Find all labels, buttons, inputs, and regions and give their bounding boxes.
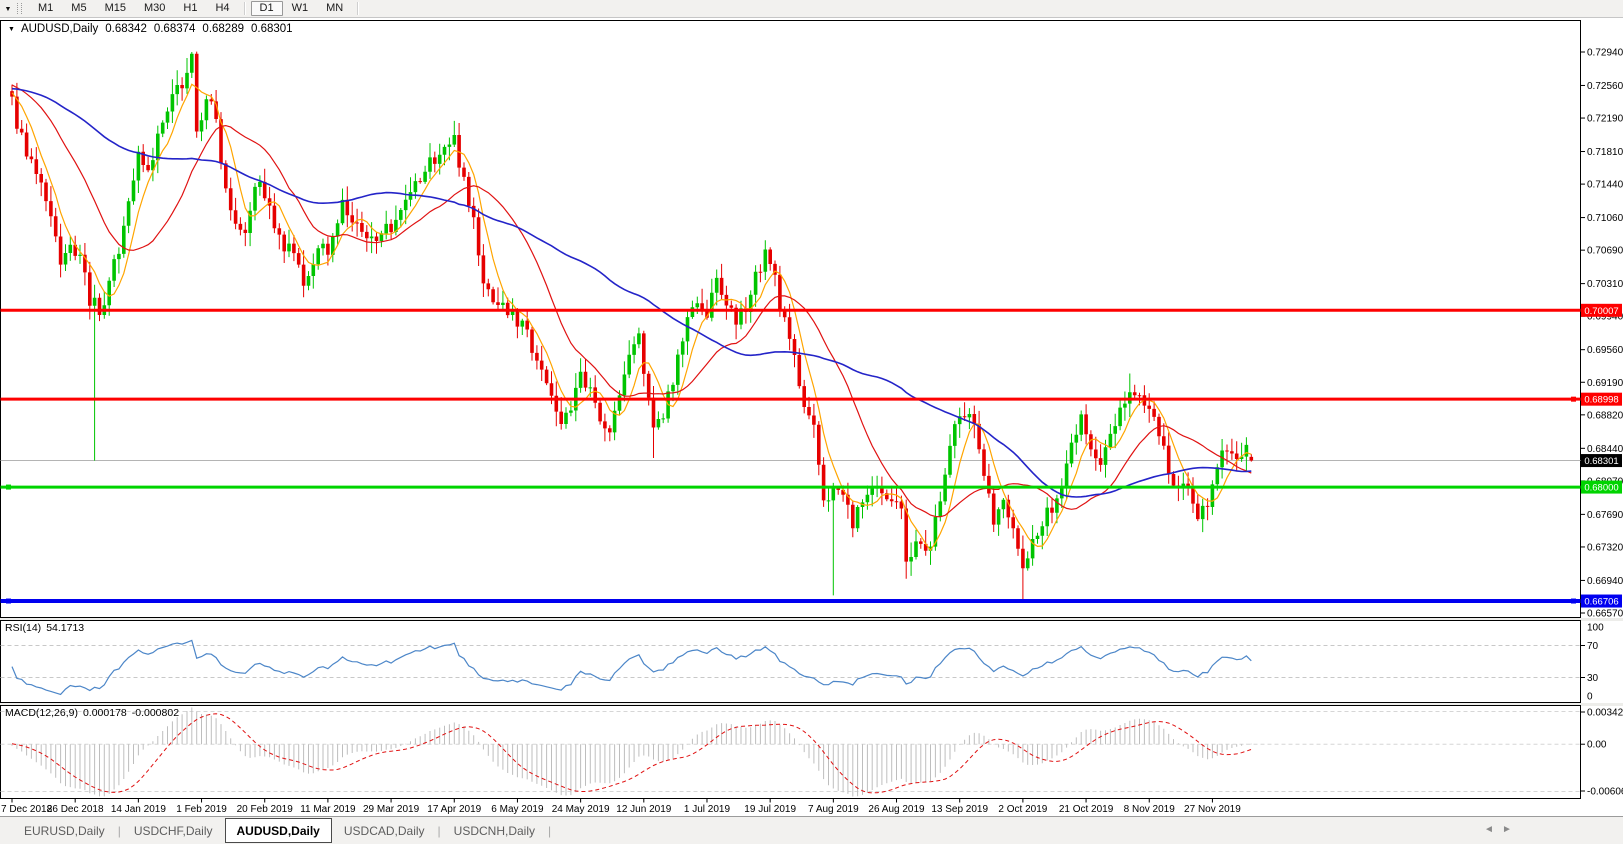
price-tick-label: 0.71440 — [1587, 180, 1623, 191]
support-line-blue-price-flag-text: 0.66706 — [1584, 597, 1618, 608]
ohlc-close-value: 0.68301 — [251, 23, 293, 35]
date-tick-label: 13 Sep 2019 — [931, 804, 988, 815]
support-line-blue-handle — [6, 599, 11, 604]
rsi-name: RSI(14) — [5, 622, 41, 634]
price-axis[interactable]: 0.72940 0.72560 0.72190 0.71810 0.71440 0.710… — [1581, 48, 1623, 798]
toolbar: ▼ M1M5M15M30H1H4 D1W1MN — [0, 0, 1623, 18]
toolbar-separator — [357, 2, 359, 15]
macd-main-value: 0.000178 — [83, 707, 127, 719]
timeframe-button-d1[interactable]: D1 — [251, 1, 283, 16]
date-tick-label: 2 Oct 2019 — [998, 804, 1047, 815]
ohlc-open-value: 0.68342 — [105, 23, 147, 35]
price-tick-label: 0.70310 — [1587, 279, 1623, 290]
price-tick-label: 0.68440 — [1587, 444, 1623, 455]
date-tick-label: 29 Mar 2019 — [363, 804, 420, 815]
tabbar-scroll-left-arrow[interactable]: ◄ — [1484, 824, 1494, 835]
date-tick-label: 1 Feb 2019 — [176, 804, 227, 815]
price-tick-label: 0.71810 — [1587, 147, 1623, 158]
tab-usdcad[interactable]: USDCAD,Daily — [332, 817, 437, 844]
tab-eurusd[interactable]: EURUSD,Daily — [12, 817, 117, 844]
tab-usdchf[interactable]: USDCHF,Daily — [122, 817, 225, 844]
ohlc-high-value: 0.68374 — [154, 23, 196, 35]
date-tick-label: 7 Dec 2018 — [1, 804, 53, 815]
tab-usdcnh[interactable]: USDCNH,Daily — [442, 817, 547, 844]
date-tick-label: 27 Nov 2019 — [1184, 804, 1241, 815]
timeframe-button-h4[interactable]: H4 — [206, 1, 238, 16]
chart-title: ▼ AUDUSD,Daily 0.68342 0.68374 0.68289 0… — [8, 23, 300, 35]
macd-pane[interactable] — [1, 706, 1581, 799]
tabbar-scroll-right-arrow[interactable]: ► — [1502, 824, 1512, 835]
price-tick-label: 0.72940 — [1587, 48, 1623, 59]
date-tick-label: 24 May 2019 — [552, 804, 610, 815]
price-tick-label: 0.67690 — [1587, 510, 1623, 521]
rsi-tick-label: 70 — [1587, 641, 1599, 652]
symbol-tabs: EURUSD,Daily|USDCHF,DailyAUDUSD,DailyUSD… — [0, 817, 1623, 844]
tab-separator: | — [547, 824, 552, 838]
rsi-pane-frame — [1, 621, 1581, 703]
timeframe-button-group: M1M5M15M30H1H4 D1W1MN — [29, 1, 364, 16]
price-tick-label: 0.66570 — [1587, 609, 1623, 620]
toolbar-menu-arrow-icon[interactable]: ▼ — [0, 5, 16, 13]
timeframe-button-m5[interactable]: M5 — [62, 1, 95, 16]
ohlc-low-value: 0.68289 — [202, 23, 244, 35]
date-tick-label: 11 Mar 2019 — [300, 804, 356, 815]
price-tick-label: 0.72190 — [1587, 114, 1623, 125]
main-price-pane[interactable] — [1, 21, 1581, 618]
price-tick-label: 0.69560 — [1587, 345, 1623, 356]
toolbar-separator — [244, 2, 246, 15]
date-tick-label: 19 Jul 2019 — [744, 804, 796, 815]
toolbar-gripper[interactable] — [17, 3, 22, 14]
rsi-tick-label: 0 — [1587, 692, 1593, 703]
chart-symbol-label: AUDUSD,Daily — [21, 23, 98, 35]
date-tick-label: 14 Jan 2019 — [111, 804, 166, 815]
chart-canvas[interactable]: 0.72940 0.72560 0.72190 0.71810 0.71440 0.710… — [0, 17, 1623, 816]
resistance-line-lower-price-flag-text: 0.68998 — [1584, 395, 1618, 406]
date-tick-label: 17 Apr 2019 — [427, 804, 481, 815]
date-tick-label: 12 Jun 2019 — [616, 804, 671, 815]
price-tick-label: 0.68820 — [1587, 410, 1623, 421]
macd-pane-frame — [1, 706, 1581, 799]
date-tick-label: 21 Oct 2019 — [1059, 804, 1114, 815]
tab-bar: EURUSD,Daily|USDCHF,DailyAUDUSD,DailyUSD… — [0, 816, 1623, 844]
timeframe-button-m1[interactable]: M1 — [29, 1, 62, 16]
rsi-value: 54.1713 — [46, 622, 84, 634]
date-tick-label: 20 Feb 2019 — [237, 804, 294, 815]
timeframe-button-w1[interactable]: W1 — [283, 1, 318, 16]
price-tick-label: 0.69190 — [1587, 378, 1623, 389]
date-tick-label: 7 Aug 2019 — [808, 804, 859, 815]
bid-price-flag-text: 0.68301 — [1584, 456, 1618, 467]
timeframe-button-h1[interactable]: H1 — [174, 1, 206, 16]
price-tick-label: 0.72560 — [1587, 81, 1623, 92]
rsi-tick-label: 100 — [1587, 623, 1604, 634]
timeframe-button-m30[interactable]: M30 — [135, 1, 174, 16]
resistance-line-lower-handle — [1571, 397, 1576, 402]
price-tick-label: 0.66940 — [1587, 576, 1623, 587]
rsi-indicator-label: RSI(14) 54.1713 — [5, 622, 89, 634]
macd-name: MACD(12,26,9) — [5, 707, 78, 719]
date-tick-label: 6 May 2019 — [491, 804, 544, 815]
price-tick-label: 0.71060 — [1587, 213, 1623, 224]
date-axis[interactable]: 7 Dec 201826 Dec 2018 14 Jan 2019 1 Feb 20… — [1, 799, 1241, 816]
date-tick-label: 1 Jul 2019 — [684, 804, 731, 815]
date-tick-label: 8 Nov 2019 — [1124, 804, 1176, 815]
macd-tick-label: 0.00 — [1587, 740, 1607, 751]
date-tick-label: 26 Dec 2018 — [47, 804, 104, 815]
timeframe-button-mn[interactable]: MN — [317, 1, 352, 16]
macd-signal-value: -0.000802 — [132, 707, 179, 719]
price-tick-label: 0.70690 — [1587, 246, 1623, 257]
macd-indicator-label: MACD(12,26,9) 0.000178 -0.000802 — [5, 707, 184, 719]
resistance-line-upper-price-flag-text: 0.70007 — [1584, 306, 1618, 317]
rsi-tick-label: 30 — [1587, 673, 1599, 684]
tab-audusd[interactable]: AUDUSD,Daily — [225, 818, 332, 843]
support-line-blue-handle — [1571, 599, 1576, 604]
date-tick-label: 26 Aug 2019 — [868, 804, 925, 815]
macd-tick-label: -0.006069 — [1587, 787, 1623, 798]
macd-tick-label: 0.003421 — [1587, 708, 1623, 719]
price-tick-label: 0.67320 — [1587, 542, 1623, 553]
chart-context-arrow-icon[interactable]: ▼ — [8, 26, 15, 33]
support-line-green-handle — [6, 485, 11, 490]
timeframe-button-m15[interactable]: M15 — [96, 1, 135, 16]
support-line-green-price-flag-text: 0.68000 — [1584, 483, 1618, 494]
rsi-pane[interactable] — [1, 621, 1581, 703]
